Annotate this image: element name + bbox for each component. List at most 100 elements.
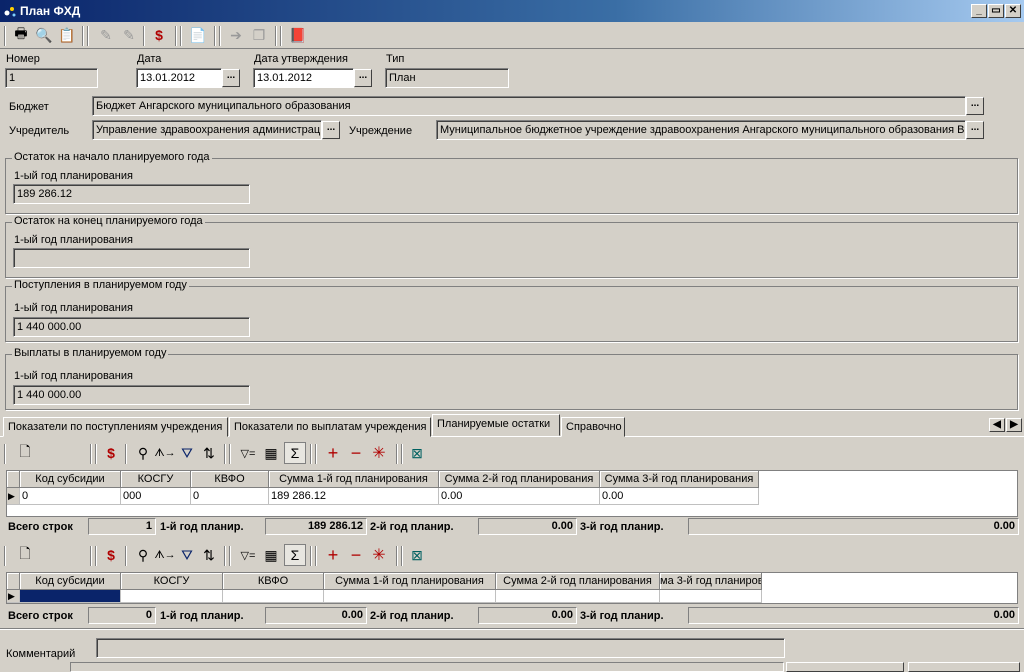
tab-payments[interactable]: Показатели по выплатам учреждения: [229, 417, 431, 437]
founder-select-button[interactable]: ...: [322, 121, 340, 139]
table-cell[interactable]: [324, 590, 496, 603]
number-label: Номер: [6, 53, 40, 65]
print-icon[interactable]: 🖶: [10, 24, 32, 46]
table-cell[interactable]: 0.00: [600, 488, 759, 505]
grid2-indicator-header: [7, 573, 20, 590]
date-picker-button[interactable]: ...: [222, 69, 240, 87]
table-cell[interactable]: 0: [20, 488, 121, 505]
founder-label: Учредитель: [9, 125, 70, 137]
grid2-header-kvfo[interactable]: КВФО: [223, 573, 324, 590]
sort-icon[interactable]: ⇅: [198, 544, 220, 566]
tab-strip: Показатели по поступлениям учреждения По…: [0, 414, 1024, 437]
forward-icon[interactable]: ➔: [225, 24, 247, 46]
filter-icon[interactable]: ⛛: [176, 544, 198, 566]
table-cell[interactable]: 189 286.12: [269, 488, 439, 505]
table-cell[interactable]: [121, 590, 223, 603]
money-icon[interactable]: $: [100, 442, 122, 464]
start-balance-field[interactable]: 189 286.12: [13, 184, 250, 204]
approval-date-picker-button[interactable]: ...: [354, 69, 372, 87]
end-balance-field[interactable]: [13, 248, 250, 268]
edit-table-icon[interactable]: ▦: [260, 544, 282, 566]
table-cell[interactable]: [223, 590, 324, 603]
tab-scroll-right-button[interactable]: ▶: [1006, 418, 1022, 432]
find-next-icon[interactable]: ᗑ→: [154, 544, 176, 566]
preview-icon[interactable]: 🔍: [33, 24, 55, 46]
filter-icon[interactable]: ⛛: [176, 442, 198, 464]
filter-equal-icon[interactable]: ▽=: [237, 442, 259, 464]
grid2-header-subsidy[interactable]: Код субсидии: [20, 573, 121, 590]
close-button[interactable]: ✕: [1005, 4, 1021, 18]
table-cell[interactable]: 000: [121, 488, 191, 505]
excel-icon[interactable]: ⊠: [406, 544, 428, 566]
sort-icon[interactable]: ⇅: [198, 442, 220, 464]
grid1-y3-total: 0.00: [688, 518, 1019, 535]
filter-equal-icon[interactable]: ▽=: [237, 544, 259, 566]
add-row-icon[interactable]: +: [322, 442, 344, 464]
tab-reference[interactable]: Справочно: [561, 417, 625, 437]
grid2-header-sum3[interactable]: ма 3-й год планиров: [660, 573, 762, 590]
sum-icon[interactable]: Σ: [284, 544, 306, 566]
clear-icon[interactable]: ✳: [368, 544, 390, 566]
copy-icon[interactable]: ❐: [248, 24, 270, 46]
ok-button[interactable]: [786, 662, 904, 672]
table-cell-selected[interactable]: [20, 590, 121, 603]
grid1-header-subsidy[interactable]: Код субсидии: [20, 471, 121, 488]
table-cell[interactable]: 0.00: [439, 488, 600, 505]
table-cell[interactable]: [660, 590, 762, 603]
approval-date-field[interactable]: 13.01.2012: [253, 68, 354, 88]
export-icon[interactable]: 📋: [56, 24, 78, 46]
delete-row-icon[interactable]: −: [345, 442, 367, 464]
footer-divider: [0, 628, 1024, 630]
tab-planned-balances[interactable]: Планируемые остатки: [432, 414, 560, 436]
cancel-button[interactable]: [908, 662, 1020, 672]
excel-icon[interactable]: ⊠: [406, 442, 428, 464]
founder-field[interactable]: Управление здравоохранения администрац: [92, 120, 322, 140]
new-document-icon[interactable]: 🗋: [14, 442, 36, 464]
grid2-header-sum1[interactable]: Сумма 1-й год планирования: [324, 573, 496, 590]
group-start-balance: Остаток на начало планируемого года 1-ый…: [5, 151, 1018, 214]
binoculars-icon[interactable]: ⚲: [132, 442, 154, 464]
institution-field[interactable]: Муниципальное бюджетное учреждение здрав…: [436, 120, 966, 140]
grid1-header-sum3[interactable]: Сумма 3-й год планирования: [600, 471, 759, 488]
group-end-balance: Остаток на конец планируемого года 1-ый …: [5, 215, 1018, 278]
minimize-button[interactable]: _: [971, 4, 987, 18]
approve-icon[interactable]: ✎: [95, 24, 117, 46]
toolbar-separator: [310, 444, 312, 464]
add-row-icon[interactable]: +: [322, 544, 344, 566]
budget-select-button[interactable]: ...: [966, 97, 984, 115]
grid1-rows-label: Всего строк: [8, 521, 73, 533]
number-field[interactable]: 1: [5, 68, 98, 88]
comment-field[interactable]: [96, 638, 785, 658]
grid1-header-sum1[interactable]: Сумма 1-й год планирования: [269, 471, 439, 488]
delete-row-icon[interactable]: −: [345, 544, 367, 566]
money-icon[interactable]: $: [100, 544, 122, 566]
document-icon[interactable]: 📄: [187, 24, 209, 46]
type-field[interactable]: План: [385, 68, 509, 88]
unapprove-icon[interactable]: ✎: [118, 24, 140, 46]
grid1-header-sum2[interactable]: Сумма 2-й год планирования: [439, 471, 600, 488]
money-icon[interactable]: $: [148, 24, 170, 46]
date-field[interactable]: 13.01.2012: [136, 68, 222, 88]
table-cell[interactable]: [496, 590, 660, 603]
sum-icon[interactable]: Σ: [284, 442, 306, 464]
institution-select-button[interactable]: ...: [966, 121, 984, 139]
budget-field[interactable]: Бюджет Ангарского муниципального образов…: [92, 96, 966, 116]
grid1-header-kvfo[interactable]: КВФО: [191, 471, 269, 488]
table-cell[interactable]: 0: [191, 488, 269, 505]
edit-table-icon[interactable]: ▦: [260, 442, 282, 464]
receipts-field[interactable]: 1 440 000.00: [13, 317, 250, 337]
toolbar-separator: [180, 26, 182, 46]
grid2-rows-label: Всего строк: [8, 610, 73, 622]
tab-receipts[interactable]: Показатели по поступлениям учреждения: [3, 417, 228, 437]
binoculars-icon[interactable]: ⚲: [132, 544, 154, 566]
book-icon[interactable]: 📕: [287, 24, 309, 46]
grid1-header-kosgu[interactable]: КОСГУ: [121, 471, 191, 488]
payments-field[interactable]: 1 440 000.00: [13, 385, 250, 405]
grid2-header-sum2[interactable]: Сумма 2-й год планирования: [496, 573, 660, 590]
new-document-icon[interactable]: 🗋: [14, 544, 36, 566]
grid2-header-kosgu[interactable]: КОСГУ: [121, 573, 223, 590]
find-next-icon[interactable]: ᗑ→: [154, 442, 176, 464]
tab-scroll-left-button[interactable]: ◀: [989, 418, 1005, 432]
clear-icon[interactable]: ✳: [368, 442, 390, 464]
restore-button[interactable]: ▭: [988, 4, 1004, 18]
